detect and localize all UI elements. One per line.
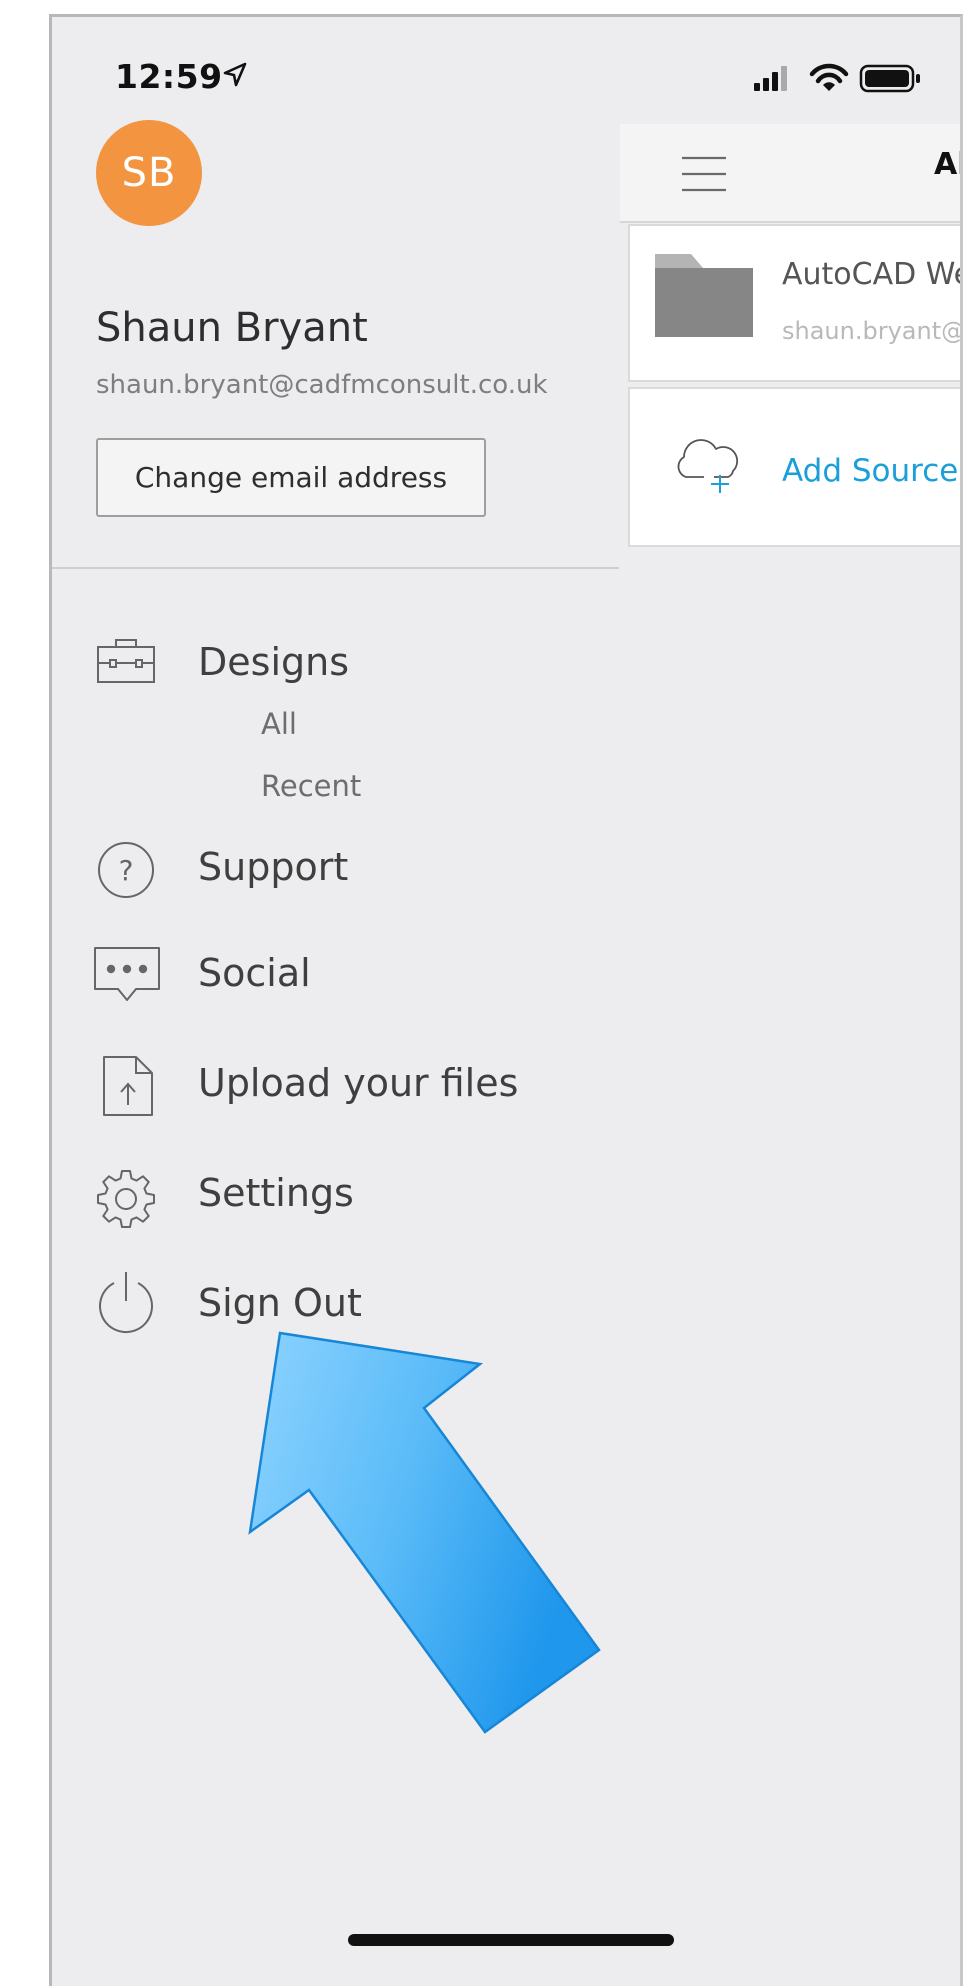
folder-icon — [655, 254, 753, 337]
battery-icon — [859, 64, 920, 93]
upload-file-icon — [103, 1056, 153, 1116]
menu-item-upload[interactable]: Upload your files — [198, 1061, 518, 1105]
hamburger-menu-icon[interactable] — [680, 155, 728, 193]
source-title: AutoCAD We — [782, 257, 963, 292]
svg-text:?: ? — [119, 854, 134, 887]
menu-item-settings[interactable]: Settings — [198, 1171, 354, 1215]
chat-bubble-icon — [94, 947, 160, 1001]
signal-icon — [754, 66, 787, 91]
menu-item-sign-out[interactable]: Sign Out — [198, 1281, 362, 1325]
power-icon — [99, 1272, 153, 1333]
help-icon: ? — [98, 842, 154, 898]
top-bar — [620, 124, 960, 221]
location-arrow-icon — [223, 62, 247, 87]
screenshot: 12:59 SB Shaun Bryant shaun.bryant@cadfm… — [0, 0, 969, 1986]
menu-item-social[interactable]: Social — [198, 951, 311, 995]
user-email: shaun.bryant@cadfmconsult.co.uk — [96, 370, 548, 400]
change-email-button[interactable]: Change email address — [96, 438, 486, 517]
status-icons — [754, 63, 920, 93]
page-title: Al — [934, 147, 960, 182]
gear-icon — [97, 1170, 155, 1228]
menu-item-designs[interactable]: Designs — [198, 640, 349, 684]
source-subtitle: shaun.bryant@ — [782, 317, 963, 345]
phone-screen: 12:59 SB Shaun Bryant shaun.bryant@cadfm… — [49, 14, 963, 1986]
divider — [620, 221, 960, 223]
menu-item-support[interactable]: Support — [198, 845, 348, 889]
avatar[interactable]: SB — [96, 120, 202, 226]
status-time: 12:59 — [115, 57, 223, 96]
briefcase-icon — [97, 639, 155, 683]
menu-subitem-all[interactable]: All — [261, 707, 297, 741]
divider — [52, 567, 619, 569]
wifi-icon — [809, 63, 849, 91]
home-indicator — [348, 1934, 674, 1946]
user-name: Shaun Bryant — [96, 305, 368, 351]
menu-subitem-recent[interactable]: Recent — [261, 769, 361, 803]
cloud-add-icon — [677, 439, 739, 493]
add-source-label[interactable]: Add Source — [782, 453, 958, 489]
